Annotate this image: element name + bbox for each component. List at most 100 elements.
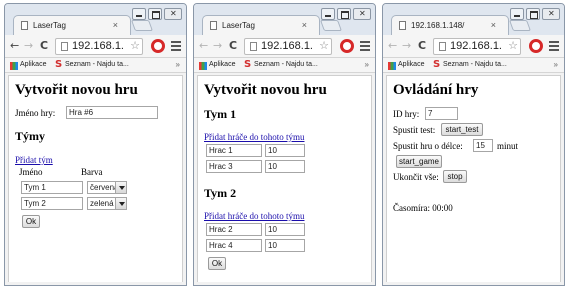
browser-tab[interactable]: 192.168.1.148/ × — [391, 15, 509, 35]
new-tab-button[interactable] — [319, 20, 343, 31]
bookmark-apps[interactable]: Aplikace — [209, 61, 235, 68]
page-title: Vytvořit novou hru — [204, 82, 327, 98]
opera-icon[interactable] — [340, 39, 354, 53]
tab-close-icon[interactable]: × — [491, 20, 496, 30]
stop-button[interactable]: stop — [443, 170, 467, 183]
add-team-link[interactable]: Přidat tým — [15, 155, 53, 165]
browser-window-create-game: LaserTag × ← → C 192.168.1. ☆ Aplikace S… — [4, 3, 187, 286]
stop-label: Ukončit vše: — [393, 172, 439, 182]
minimize-icon[interactable] — [132, 8, 146, 20]
bookmark-seznam[interactable]: Seznam - Najdu ta... — [443, 61, 507, 68]
back-arrow-icon[interactable]: ← — [199, 39, 208, 52]
dropdown-arrow-icon[interactable] — [115, 182, 126, 193]
opera-icon[interactable] — [151, 39, 165, 53]
start-game-label: Spustit hru o délce: — [393, 141, 463, 151]
tab-title: LaserTag — [33, 21, 66, 30]
column-color-header: Barva — [81, 167, 103, 177]
player-value-input[interactable]: 10 — [265, 223, 305, 236]
player-name-input[interactable]: Hrac 4 — [206, 239, 262, 252]
apps-icon — [388, 62, 396, 70]
maximize-icon[interactable] — [526, 8, 540, 20]
back-arrow-icon[interactable]: ← — [388, 39, 397, 52]
seznam-icon: S — [55, 59, 63, 70]
forward-arrow-icon[interactable]: → — [402, 39, 411, 52]
game-duration-input[interactable]: 15 — [473, 139, 493, 152]
player-name-input[interactable]: Hrac 3 — [206, 160, 262, 173]
apps-icon — [199, 62, 207, 70]
bookmarks-bar: Aplikace S Seznam - Najdu ta... » — [194, 58, 375, 73]
forward-arrow-icon[interactable]: → — [213, 39, 222, 52]
dropdown-arrow-icon[interactable] — [115, 198, 126, 209]
url-text: 192.168.1. — [261, 40, 313, 52]
bookmarks-more-icon[interactable]: » — [176, 60, 180, 69]
bookmark-apps[interactable]: Aplikace — [398, 61, 424, 68]
tab-close-icon[interactable]: × — [302, 20, 307, 30]
close-window-icon[interactable] — [542, 8, 560, 20]
tab-title: 192.168.1.148/ — [411, 21, 465, 30]
tab-close-icon[interactable]: × — [113, 20, 118, 30]
player-value-input[interactable]: 10 — [265, 239, 305, 252]
address-bar[interactable]: 192.168.1. ☆ — [433, 38, 521, 55]
ok-button[interactable]: Ok — [22, 215, 40, 228]
player-value-input[interactable]: 10 — [265, 144, 305, 157]
address-bar[interactable]: 192.168.1. ☆ — [55, 38, 143, 55]
bookmark-seznam[interactable]: Seznam - Najdu ta... — [254, 61, 318, 68]
player-name-input[interactable]: Hrac 1 — [206, 144, 262, 157]
minimize-icon[interactable] — [510, 8, 524, 20]
menu-icon[interactable] — [549, 41, 559, 51]
title-bar: LaserTag × — [194, 4, 375, 35]
bookmark-star-icon[interactable]: ☆ — [508, 39, 518, 52]
browser-tab[interactable]: LaserTag × — [202, 15, 320, 35]
bookmarks-bar: Aplikace S Seznam - Najdu ta... » — [383, 58, 564, 73]
page-title: Vytvořit novou hru — [15, 82, 138, 98]
bookmark-apps[interactable]: Aplikace — [20, 61, 46, 68]
page-content: Vytvořit novou hru Jméno hry: Hra #6 Tým… — [8, 75, 183, 282]
player-name-input[interactable]: Hrac 2 — [206, 223, 262, 236]
menu-icon[interactable] — [171, 41, 181, 51]
player-value-input[interactable]: 10 — [265, 160, 305, 173]
title-bar: 192.168.1.148/ × — [383, 4, 564, 35]
add-player-link[interactable]: Přidat hráče do tohoto týmu — [204, 211, 304, 221]
start-test-button[interactable]: start_test — [441, 123, 483, 136]
team-color-select[interactable]: červená — [87, 181, 127, 194]
team-name-input[interactable]: Tym 2 — [21, 197, 83, 210]
team-color-select[interactable]: zelená — [87, 197, 127, 210]
reload-icon[interactable]: C — [229, 39, 237, 52]
start-game-button[interactable]: start_game — [396, 155, 442, 168]
add-player-link[interactable]: Přidat hráče do tohoto týmu — [204, 132, 304, 142]
bookmarks-more-icon[interactable]: » — [365, 60, 369, 69]
bookmark-seznam[interactable]: Seznam - Najdu ta... — [65, 61, 129, 68]
page-icon — [210, 21, 217, 30]
team-name-input[interactable]: Tym 1 — [21, 181, 83, 194]
bookmark-star-icon[interactable]: ☆ — [130, 39, 140, 52]
browser-tab[interactable]: LaserTag × — [13, 15, 131, 35]
bookmarks-more-icon[interactable]: » — [554, 60, 558, 69]
seznam-icon: S — [433, 59, 441, 70]
browser-window-add-players: LaserTag × ← → C 192.168.1. ☆ Aplikace S… — [193, 3, 376, 286]
browser-window-game-control: 192.168.1.148/ × ← → C 192.168.1. ☆ Apli… — [382, 3, 565, 286]
forward-arrow-icon[interactable]: → — [24, 39, 33, 52]
bookmark-star-icon[interactable]: ☆ — [319, 39, 329, 52]
close-window-icon[interactable] — [353, 8, 371, 20]
ok-button[interactable]: Ok — [208, 257, 226, 270]
game-id-input[interactable]: 7 — [425, 107, 458, 120]
column-name-header: Jméno — [19, 167, 43, 177]
address-bar[interactable]: 192.168.1. ☆ — [244, 38, 332, 55]
seznam-icon: S — [244, 59, 252, 70]
new-tab-button[interactable] — [508, 20, 532, 31]
page-content: Vytvořit novou hru Tym 1 Přidat hráče do… — [197, 75, 372, 282]
minimize-icon[interactable] — [321, 8, 335, 20]
game-name-input[interactable]: Hra #6 — [66, 106, 158, 119]
opera-icon[interactable] — [529, 39, 543, 53]
close-window-icon[interactable] — [164, 8, 182, 20]
maximize-icon[interactable] — [337, 8, 351, 20]
new-tab-button[interactable] — [130, 20, 154, 31]
reload-icon[interactable]: C — [418, 39, 426, 52]
menu-icon[interactable] — [360, 41, 370, 51]
page-icon — [439, 42, 446, 51]
title-bar: LaserTag × — [5, 4, 186, 35]
reload-icon[interactable]: C — [40, 39, 48, 52]
back-arrow-icon[interactable]: ← — [10, 39, 19, 52]
minutes-unit: minut — [497, 141, 519, 151]
maximize-icon[interactable] — [148, 8, 162, 20]
